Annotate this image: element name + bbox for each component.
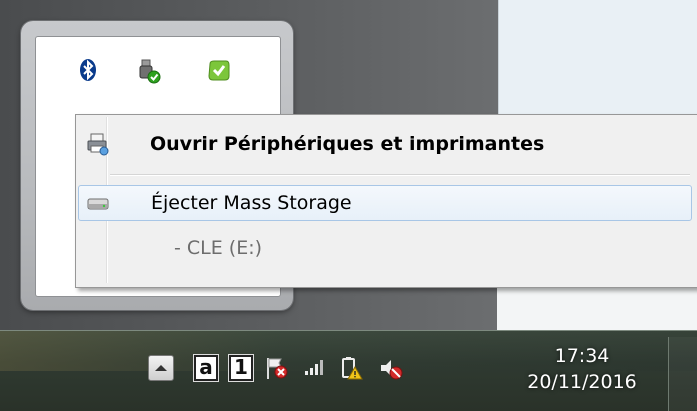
chevron-up-icon — [155, 365, 167, 371]
menu-item-open-devices-printers[interactable]: Ouvrir Périphériques et imprimantes — [78, 125, 692, 163]
menu-item-label: Éjecter Mass Storage — [151, 192, 352, 214]
show-hidden-icons-button[interactable] — [148, 355, 174, 381]
taskbar-clock[interactable]: 17:34 20/11/2016 — [522, 343, 642, 395]
language-indicator[interactable]: a — [193, 354, 219, 382]
network-signal-icon[interactable] — [302, 355, 326, 379]
usb-safely-remove-icon[interactable] — [136, 58, 161, 84]
volume-muted-icon[interactable] — [378, 355, 403, 380]
show-desktop-button[interactable] — [668, 337, 697, 411]
taskbar: a 1 17:34 20/11/2016 — [0, 330, 697, 411]
menu-item-eject-mass-storage[interactable]: Éjecter Mass Storage — [78, 185, 692, 221]
clock-time: 17:34 — [554, 345, 610, 367]
context-menu: Ouvrir Périphériques et imprimantes Éjec… — [75, 114, 697, 288]
number-indicator[interactable]: 1 — [228, 354, 254, 382]
menu-item-label: - CLE (E:) — [174, 237, 263, 259]
drive-icon — [86, 191, 110, 215]
bluetooth-icon[interactable] — [76, 58, 100, 82]
clock-date: 20/11/2016 — [527, 371, 637, 393]
action-center-flag-icon[interactable] — [264, 355, 288, 379]
menu-item-label: Ouvrir Périphériques et imprimantes — [150, 133, 545, 155]
menu-item-drive-cle: - CLE (E:) — [78, 229, 692, 267]
printer-device-icon — [86, 132, 110, 156]
skype-icon[interactable] — [206, 58, 230, 82]
menu-separator — [110, 174, 690, 176]
battery-warning-icon[interactable] — [338, 355, 363, 380]
